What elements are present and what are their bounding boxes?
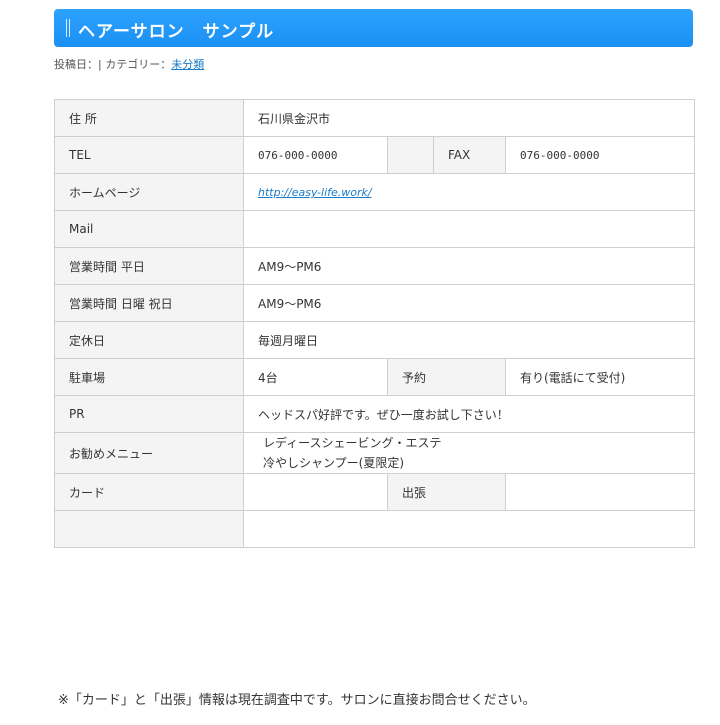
blank-label (54, 510, 244, 548)
mail-label: Mail (54, 210, 244, 248)
menu-item: 冷やしシャンプー(夏限定) (263, 456, 405, 470)
reserve-value: 有り(電話にて受付) (505, 358, 695, 396)
homepage-link[interactable]: http://easy-life.work/ (258, 186, 372, 199)
table-row-parking: 駐車場 4台 予約 有り(電話にて受付) (54, 358, 695, 396)
hours-holiday-label: 営業時間 日曜 祝日 (54, 284, 244, 322)
reserve-label: 予約 (387, 358, 506, 396)
table-row-homepage: ホームページ http://easy-life.work/ (54, 173, 695, 211)
trip-label: 出張 (387, 473, 506, 511)
parking-value: 4台 (243, 358, 388, 396)
table-row-tel: TEL 076-000-0000 FAX 076-000-0000 (54, 136, 695, 174)
mail-value (243, 210, 695, 248)
table-row-card: カード 出張 (54, 473, 695, 511)
card-value (243, 473, 388, 511)
pr-label: PR (54, 395, 244, 433)
table-row-pr: PR ヘッドスパ好評です。ぜひ一度お試し下さい！ (54, 395, 695, 433)
address-label: 住 所 (54, 99, 244, 137)
homepage-cell: http://easy-life.work/ (243, 173, 695, 211)
closed-label: 定休日 (54, 321, 244, 359)
category-link[interactable]: 未分類 (171, 58, 204, 71)
table-row-mail: Mail (54, 210, 695, 248)
table-row-closed: 定休日 毎週月曜日 (54, 321, 695, 359)
table-row-blank (54, 510, 695, 548)
card-label: カード (54, 473, 244, 511)
post-title: ヘアーサロン サンプル (78, 22, 275, 42)
post-meta-text: 投稿日：| カテゴリー： (54, 58, 172, 71)
fax-label: FAX (434, 137, 505, 173)
hours-weekday-label: 営業時間 平日 (54, 247, 244, 285)
trip-value (505, 473, 695, 511)
closed-value: 毎週月曜日 (243, 321, 695, 359)
table-row-hours-holiday: 営業時間 日曜 祝日 AM9～PM6 (54, 284, 695, 322)
homepage-label: ホームページ (54, 173, 244, 211)
pr-value: ヘッドスパ好評です。ぜひ一度お試し下さい！ (243, 395, 695, 433)
menu-value: レディースシェービング・エステ 冷やしシャンプー(夏限定) (243, 432, 695, 474)
post-title-bar: ヘアーサロン サンプル (54, 9, 693, 47)
table-row-hours-weekday: 営業時間 平日 AM9～PM6 (54, 247, 695, 285)
address-value: 石川県金沢市 (243, 99, 695, 137)
tel-label: TEL (54, 136, 244, 174)
fax-value: 076-000-0000 (505, 136, 695, 174)
menu-item: レディースシェービング・エステ (263, 436, 442, 450)
menu-label: お勧めメニュー (54, 432, 244, 474)
footnote: ※「カード」と「出張」情報は現在調査中です。サロンに直接お問合せください。 (58, 693, 536, 708)
blank-value (243, 510, 695, 548)
salon-info-table: 住 所 石川県金沢市 TEL 076-000-0000 FAX 076-000-… (54, 99, 695, 548)
table-row-menu: お勧めメニュー レディースシェービング・エステ 冷やしシャンプー(夏限定) (54, 432, 695, 474)
tel-spacer-cell: FAX (387, 136, 506, 174)
title-marker-icon (66, 19, 70, 37)
post-meta: 投稿日：| カテゴリー：未分類 (54, 56, 204, 72)
tel-value: 076-000-0000 (243, 136, 388, 174)
parking-label: 駐車場 (54, 358, 244, 396)
hours-weekday-value: AM9～PM6 (243, 247, 695, 285)
table-row-address: 住 所 石川県金沢市 (54, 99, 695, 137)
hours-holiday-value: AM9～PM6 (243, 284, 695, 322)
